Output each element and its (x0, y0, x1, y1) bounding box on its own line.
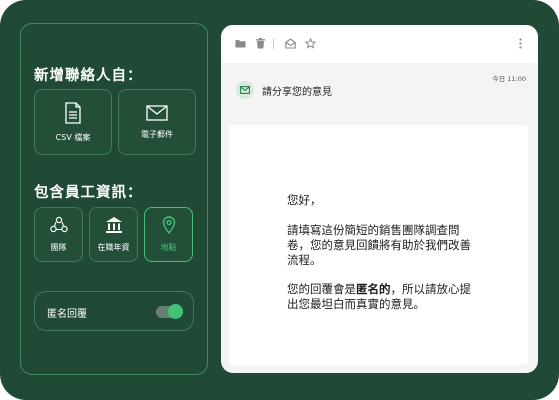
include-info-title: 包含員工資訊： (34, 185, 143, 201)
source-csv-button[interactable]: CSV 檔案 (34, 89, 112, 155)
bank-icon (105, 217, 122, 233)
anonymous-reply-label: 匿名回覆 (47, 309, 87, 320)
paragraph-1-line-1: 請填寫這份簡短的銷售團隊調查問 (287, 223, 460, 237)
field-location-option[interactable]: 地點 (144, 207, 193, 262)
settings-panel: 新增聯絡人自： CSV 檔案 電子郵件 包含員工資訊： 團隊 在職年資 地點 匿… (20, 23, 208, 375)
team-icon (49, 216, 68, 233)
email-time: 今日 11:00 (492, 75, 526, 83)
trash-icon[interactable] (256, 38, 265, 49)
csv-file-icon (65, 101, 81, 124)
app-stage: 新增聯絡人自： CSV 檔案 電子郵件 包含員工資訊： 團隊 在職年資 地點 匿… (0, 0, 559, 400)
field-team-option[interactable]: 團隊 (34, 207, 83, 262)
toggle-knob (168, 304, 183, 319)
source-csv-label: CSV 檔案 (55, 132, 91, 142)
field-location-label: 地點 (160, 243, 177, 252)
field-team-label: 團隊 (50, 243, 67, 252)
email-greeting: 您好， (287, 193, 322, 207)
location-pin-icon (162, 216, 175, 234)
paragraph-2-line-2: 出您最坦白而真實的意見。 (287, 297, 425, 311)
toolbar-divider (273, 38, 274, 49)
email-paragraph-1: 請填寫這份簡短的銷售團隊調查問 卷，您的意見回饋將有助於我們改善 流程。 (287, 223, 471, 268)
add-contacts-title: 新增聯絡人自： (34, 68, 143, 84)
anonymous-emphasis: 匿名的 (356, 282, 391, 296)
mark-read-icon[interactable] (285, 38, 296, 49)
paragraph-1-line-3: 流程。 (287, 253, 322, 267)
anonymous-reply-row: 匿名回覆 (34, 291, 194, 331)
source-email-label: 電子郵件 (141, 129, 173, 139)
email-toolbar (221, 25, 538, 63)
field-tenure-label: 在職年資 (97, 243, 130, 252)
email-subject: 請分享您的意見 (262, 87, 332, 98)
email-preview: 今日 11:00 請分享您的意見 您好， 請填寫這份簡短的銷售團隊調查問 卷，您… (221, 25, 538, 373)
paragraph-2-line-1: 您的回覆會是匿名的，所以請放心提 (287, 282, 471, 297)
more-options-icon[interactable] (519, 38, 522, 49)
source-email-button[interactable]: 電子郵件 (118, 89, 196, 155)
email-avatar (236, 81, 254, 99)
field-tenure-option[interactable]: 在職年資 (89, 207, 138, 262)
star-icon[interactable] (305, 38, 316, 49)
anonymous-reply-toggle[interactable] (156, 304, 183, 319)
paragraph-2-prefix: 您的回覆會是 (287, 282, 356, 296)
paragraph-2-suffix: ，所以請放心提 (390, 282, 472, 296)
email-body: 您好， 請填寫這份簡短的銷售團隊調查問 卷，您的意見回饋將有助於我們改善 流程。… (229, 125, 528, 365)
folder-icon[interactable] (235, 39, 246, 48)
paragraph-1-line-2: 卷，您的意見回饋將有助於我們改善 (287, 238, 471, 252)
envelope-icon (146, 104, 168, 121)
email-envelope-icon (240, 86, 250, 94)
email-paragraph-2: 您的回覆會是匿名的，所以請放心提 出您最坦白而真實的意見。 (287, 282, 471, 312)
